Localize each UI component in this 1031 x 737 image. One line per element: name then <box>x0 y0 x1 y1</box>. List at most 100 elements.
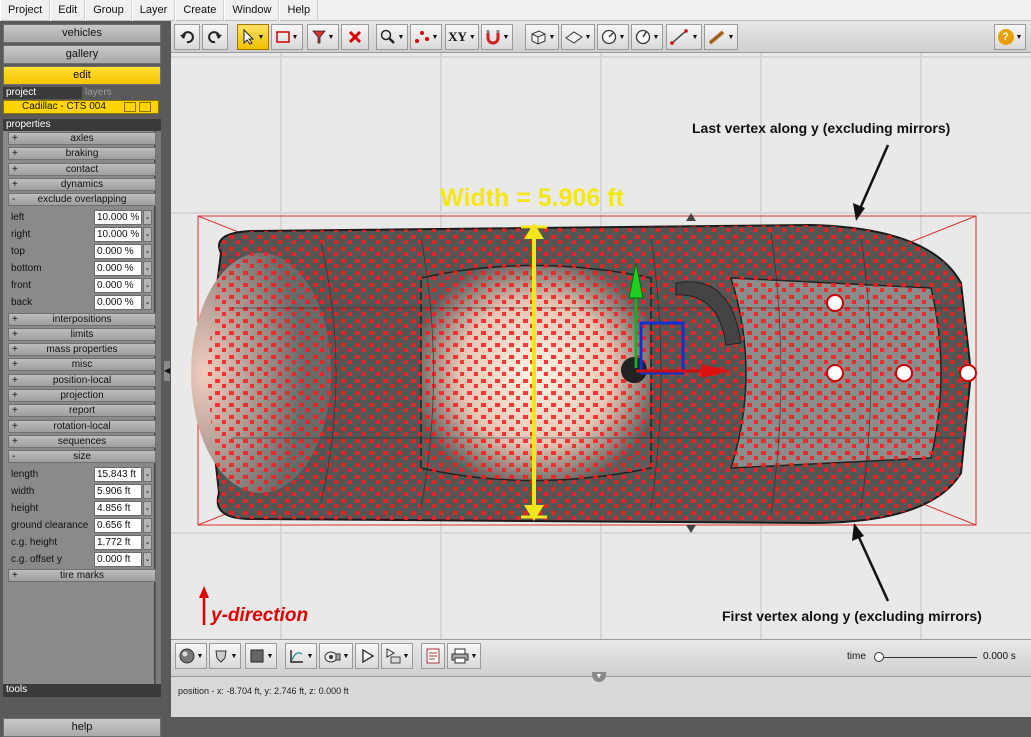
filter-icon <box>311 30 326 44</box>
menu-group[interactable]: Group <box>85 0 132 21</box>
box-object-button[interactable]: ▼ <box>525 24 559 50</box>
shading-button[interactable]: ▼ <box>209 643 241 669</box>
section-mass-properties[interactable]: + mass properties <box>8 343 156 357</box>
redo-button[interactable] <box>202 24 228 50</box>
spinner-icon[interactable]: ⌄ <box>143 209 152 225</box>
section-size[interactable]: - size <box>8 450 156 464</box>
play-button[interactable] <box>355 643 379 669</box>
spinner-icon[interactable]: ⌄ <box>143 277 152 293</box>
menu-create[interactable]: Create <box>175 0 225 21</box>
property-field[interactable]: 0.000 % <box>94 243 142 259</box>
menu-project[interactable]: Project <box>0 0 51 21</box>
help-button[interactable]: help <box>3 718 161 737</box>
section-misc[interactable]: + misc <box>8 358 156 372</box>
spinner-icon[interactable]: ⌄ <box>143 500 152 516</box>
section-projection[interactable]: + projection <box>8 389 156 402</box>
measure-angle-button[interactable]: ▼ <box>597 24 629 50</box>
zoom-button[interactable]: ▼ <box>376 24 408 50</box>
section-label: axles <box>70 133 94 144</box>
spinner-icon[interactable]: ⌄ <box>143 534 152 550</box>
report-icon <box>426 648 440 664</box>
expand-icon: + <box>12 344 18 356</box>
property-field[interactable]: 5.906 ft <box>94 483 142 499</box>
help-toolbar-button[interactable]: ? ▼ <box>994 24 1026 50</box>
gallery-button[interactable]: gallery <box>3 45 161 64</box>
edit-button[interactable]: edit <box>3 66 161 85</box>
property-field[interactable]: 10.000 % <box>94 226 142 242</box>
section-exclude-overlapping[interactable]: - exclude overlapping <box>8 193 156 207</box>
timeline-track[interactable] <box>877 657 977 658</box>
section-report[interactable]: + report <box>8 404 156 418</box>
tab-project[interactable]: project <box>3 87 82 99</box>
expand-icon: + <box>12 163 18 175</box>
report-button[interactable] <box>421 643 445 669</box>
property-field[interactable]: 0.000 % <box>94 277 142 293</box>
property-field[interactable]: 4.856 ft <box>94 500 142 516</box>
spinner-icon[interactable]: ⌄ <box>143 466 152 482</box>
menu-help[interactable]: Help <box>279 0 319 21</box>
box-select-button[interactable]: ▼ <box>271 24 303 50</box>
graph-button[interactable]: ▼ <box>285 643 317 669</box>
property-field[interactable]: 0.000 % <box>94 260 142 276</box>
section-tire-marks[interactable]: + tire marks <box>8 568 156 582</box>
plane-object-button[interactable]: ▼ <box>561 24 595 50</box>
section-limits[interactable]: + limits <box>8 327 156 341</box>
section-contact[interactable]: + contact <box>8 162 156 176</box>
section-braking[interactable]: + braking <box>8 147 156 161</box>
xy-plane-button[interactable]: XY ▼ <box>445 24 479 50</box>
expand-icon: + <box>12 390 18 401</box>
spinner-icon[interactable]: ⌄ <box>143 294 152 310</box>
section-sequences[interactable]: + sequences <box>8 434 156 448</box>
measure-distance-button[interactable]: ▼ <box>666 24 702 50</box>
undo-button[interactable] <box>174 24 200 50</box>
property-label: front <box>11 279 32 291</box>
menu-window[interactable]: Window <box>224 0 280 21</box>
spinner-icon[interactable]: ⌄ <box>143 551 152 567</box>
speed-gauge-button[interactable]: ▼ <box>631 24 663 50</box>
collapse-panel-handle[interactable]: ◀ <box>163 360 171 382</box>
project-option-box[interactable] <box>124 102 136 112</box>
section-label: misc <box>71 359 93 371</box>
delete-button[interactable] <box>341 24 369 50</box>
property-field[interactable]: 0.000 % <box>94 294 142 310</box>
project-option-box[interactable] <box>139 102 151 112</box>
expand-panel-icon[interactable]: ▼ <box>592 672 606 682</box>
select-tool-button[interactable]: ▼ <box>237 24 269 50</box>
section-axles[interactable]: + axles <box>8 132 156 145</box>
menu-bar: Project Edit Group Layer Create Window H… <box>0 0 1031 21</box>
xy-label: XY <box>448 29 467 44</box>
properties-scrollbar[interactable] <box>156 131 161 686</box>
color-square-icon <box>250 649 264 663</box>
color-button[interactable]: ▼ <box>245 643 277 669</box>
print-button[interactable]: ▼ <box>447 643 481 669</box>
playback-options-button[interactable]: ▼ <box>381 643 413 669</box>
camera-button[interactable]: ▼ <box>319 643 353 669</box>
spinner-icon[interactable]: ⌄ <box>143 517 152 533</box>
menu-layer[interactable]: Layer <box>131 0 176 21</box>
spinner-icon[interactable]: ⌄ <box>143 226 152 242</box>
properties-list: + axles + braking + contact + dynamics - exclude … <box>3 131 156 686</box>
section-dynamics[interactable]: + dynamics <box>8 177 156 191</box>
property-field[interactable]: 0.000 ft <box>94 551 142 567</box>
vehicles-button[interactable]: vehicles <box>3 24 161 43</box>
menu-edit[interactable]: Edit <box>50 0 86 21</box>
section-interpositions[interactable]: + interpositions <box>8 312 156 326</box>
cut-tool-button[interactable]: ▼ <box>307 24 339 50</box>
timeline-slider-knob[interactable] <box>874 652 884 662</box>
snap-button[interactable]: ▼ <box>481 24 513 50</box>
spinner-icon[interactable]: ⌄ <box>143 243 152 259</box>
spinner-icon[interactable]: ⌄ <box>143 483 152 499</box>
property-field[interactable]: 10.000 % <box>94 209 142 225</box>
tape-tool-button[interactable]: ▼ <box>704 24 738 50</box>
spinner-icon[interactable]: ⌄ <box>143 260 152 276</box>
project-selector[interactable]: Cadillac - CTS 004 <box>3 100 159 114</box>
property-field[interactable]: 15.843 ft <box>94 466 142 482</box>
section-position-local[interactable]: + position-local <box>8 373 156 387</box>
tab-layers[interactable]: layers <box>82 87 161 99</box>
property-field[interactable]: 1.772 ft <box>94 534 142 550</box>
3d-viewport[interactable]: Width = 5.906 ft Last vertex along y (ex… <box>171 53 1031 639</box>
property-field[interactable]: 0.656 ft <box>94 517 142 533</box>
material-button[interactable]: ▼ <box>175 643 207 669</box>
section-rotation-local[interactable]: + rotation-local <box>8 419 156 433</box>
vertex-tool-button[interactable]: ▼ <box>410 24 442 50</box>
